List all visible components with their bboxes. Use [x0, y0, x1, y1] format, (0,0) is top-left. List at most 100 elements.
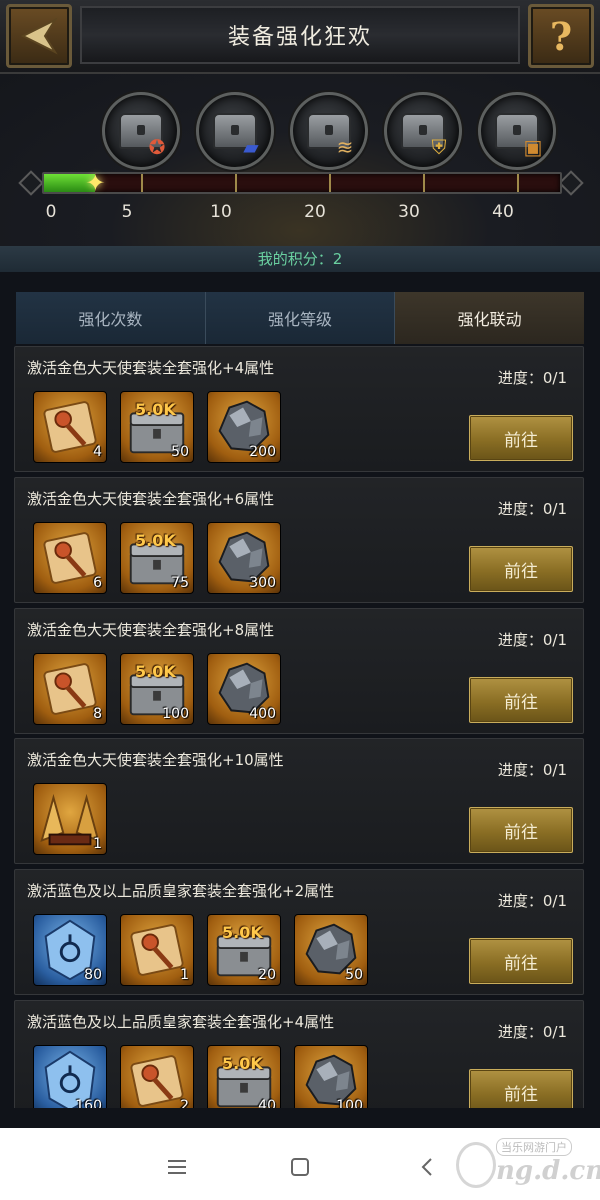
task-progress: 进度：0/1: [497, 631, 567, 649]
my-score: 我的积分：2: [0, 246, 600, 272]
item-count: 20: [258, 967, 276, 983]
reward-item[interactable]: 300: [207, 522, 281, 594]
item-count: 50: [345, 967, 363, 983]
tab-enhance-linkage[interactable]: 强化联动: [395, 292, 585, 344]
home-square-icon: [291, 1158, 309, 1176]
go-button[interactable]: 前往: [469, 938, 573, 984]
reward-item[interactable]: 80: [33, 914, 107, 986]
milestone-progress-bar: ✦: [42, 169, 562, 197]
item-count: 1: [93, 836, 102, 852]
reward-item[interactable]: 100: [294, 1045, 368, 1108]
task-progress: 进度：0/1: [497, 761, 567, 779]
item-count: 100: [336, 1098, 363, 1108]
item-count: 50: [171, 444, 189, 460]
reward-item[interactable]: 5.0K 100: [120, 653, 194, 725]
reward-items: 80 1 5.0K 20 50: [33, 914, 368, 986]
reward-item[interactable]: 200: [207, 391, 281, 463]
task-progress: 进度：0/1: [497, 892, 567, 910]
reward-items: 1: [33, 783, 107, 855]
task-title: 激活金色大天使套装全套强化+6属性: [27, 490, 275, 508]
milestone-chest[interactable]: ⛨: [384, 92, 462, 170]
item-count: 6: [93, 575, 102, 591]
milestone-chest[interactable]: ▣: [478, 92, 556, 170]
task-progress: 进度：0/1: [497, 500, 567, 518]
menu-icon: [168, 1160, 186, 1174]
go-button[interactable]: 前往: [469, 415, 573, 461]
tab-enhance-level[interactable]: 强化等级: [205, 292, 396, 344]
home-button[interactable]: [285, 1152, 315, 1182]
menu-button[interactable]: [162, 1152, 192, 1182]
back-arrow-icon: [20, 17, 58, 55]
item-count: 4: [93, 444, 102, 460]
reward-item[interactable]: 1: [120, 914, 194, 986]
watermark-url: ng.d.cn: [496, 1156, 600, 1186]
reward-item[interactable]: 5.0K 75: [120, 522, 194, 594]
milestone-tick: [329, 174, 331, 192]
back-button[interactable]: [6, 4, 72, 68]
task-title: 激活金色大天使套装全套强化+10属性: [27, 751, 284, 769]
shield-icon: ⛨: [431, 135, 447, 159]
reward-item[interactable]: 5.0K 40: [207, 1045, 281, 1108]
go-button[interactable]: 前往: [469, 1069, 573, 1108]
reward-item[interactable]: 160: [33, 1045, 107, 1108]
milestone-chest[interactable]: ▰: [196, 92, 274, 170]
reward-item[interactable]: 8: [33, 653, 107, 725]
reward-item[interactable]: 6: [33, 522, 107, 594]
milestone-chest[interactable]: ≋: [290, 92, 368, 170]
watermark: 当乐网游门户 ng.d.cn: [454, 1134, 600, 1194]
nav-back-button[interactable]: [412, 1152, 442, 1182]
task-card: 激活金色大天使套装全套强化+8属性进度：0/1 8 5.0K 100 400 前往: [14, 608, 584, 734]
item-count: 100: [162, 706, 189, 722]
treasure-chest-icon: ▣: [523, 135, 543, 159]
milestone-chest[interactable]: ✪: [102, 92, 180, 170]
reward-item[interactable]: 400: [207, 653, 281, 725]
watermark-top-text: 当乐网游门户: [496, 1138, 572, 1156]
reward-item[interactable]: 5.0K 50: [120, 391, 194, 463]
go-button[interactable]: 前往: [469, 807, 573, 853]
task-card: 激活蓝色及以上品质皇家套装全套强化+4属性 进度：0/1 160 2 5.0K 40 100…: [14, 1000, 584, 1108]
task-progress: 进度：0/1: [497, 1023, 567, 1041]
task-title: 激活金色大天使套装全套强化+4属性: [27, 359, 275, 377]
task-progress: 进度：0/1: [497, 369, 567, 387]
track-left-cap: [18, 170, 44, 196]
go-button[interactable]: 前往: [469, 546, 573, 592]
item-count: 200: [249, 444, 276, 460]
system-nav-bar: 当乐网游门户 ng.d.cn: [0, 1128, 600, 1200]
reward-item[interactable]: 2: [120, 1045, 194, 1108]
milestone-tick: [235, 174, 237, 192]
task-card: 激活金色大天使套装全套强化+4属性进度：0/1 4 5.0K 50 200 前往: [14, 346, 584, 472]
reward-items: 6 5.0K 75 300: [33, 522, 281, 594]
task-card: 激活金色大天使套装全套强化+10属性进度：0/1 1 前往: [14, 738, 584, 864]
item-count: 160: [75, 1098, 102, 1108]
reward-item[interactable]: 4: [33, 391, 107, 463]
item-value-badge: 5.0K: [222, 923, 263, 942]
scroll-icon: ≋: [336, 135, 354, 159]
milestone-tick: [423, 174, 425, 192]
reward-item[interactable]: 5.0K 20: [207, 914, 281, 986]
help-button[interactable]: ?: [528, 4, 594, 68]
header-bar: 装备强化狂欢 ?: [0, 0, 600, 74]
question-mark-icon: ?: [549, 13, 573, 59]
blue-book-icon: ▰: [243, 135, 259, 159]
milestone-tick: [141, 174, 143, 192]
reward-item[interactable]: 50: [294, 914, 368, 986]
page-title: 装备强化狂欢: [227, 25, 372, 50]
reward-item[interactable]: 1: [33, 783, 107, 855]
reward-items: 4 5.0K 50 200: [33, 391, 281, 463]
reward-items: 160 2 5.0K 40 100: [33, 1045, 368, 1108]
title-plate: 装备强化狂欢: [80, 6, 520, 64]
task-card: 激活金色大天使套装全套强化+6属性进度：0/1 6 5.0K 75 300 前往: [14, 477, 584, 603]
task-list[interactable]: 激活金色大天使套装全套强化+4属性 进度：0/1 4 5.0K 50 200 前往 激活金色大…: [14, 346, 586, 1108]
item-value-badge: 5.0K: [222, 1054, 263, 1073]
milestone-tick-label: 0: [45, 202, 57, 222]
milestone-tick: [517, 174, 519, 192]
item-count: 75: [171, 575, 189, 591]
milestone-panel: ✪ ▰ ≋ ⛨ ▣ ✦ 0 5 10 20 30 40: [0, 74, 600, 248]
task-title: 激活金色大天使套装全套强化+8属性: [27, 621, 275, 639]
tab-enhance-count[interactable]: 强化次数: [16, 292, 206, 344]
item-count: 1: [180, 967, 189, 983]
go-button[interactable]: 前往: [469, 677, 573, 723]
item-count: 80: [84, 967, 102, 983]
milestone-tick-label: 40: [492, 202, 514, 222]
item-count: 300: [249, 575, 276, 591]
